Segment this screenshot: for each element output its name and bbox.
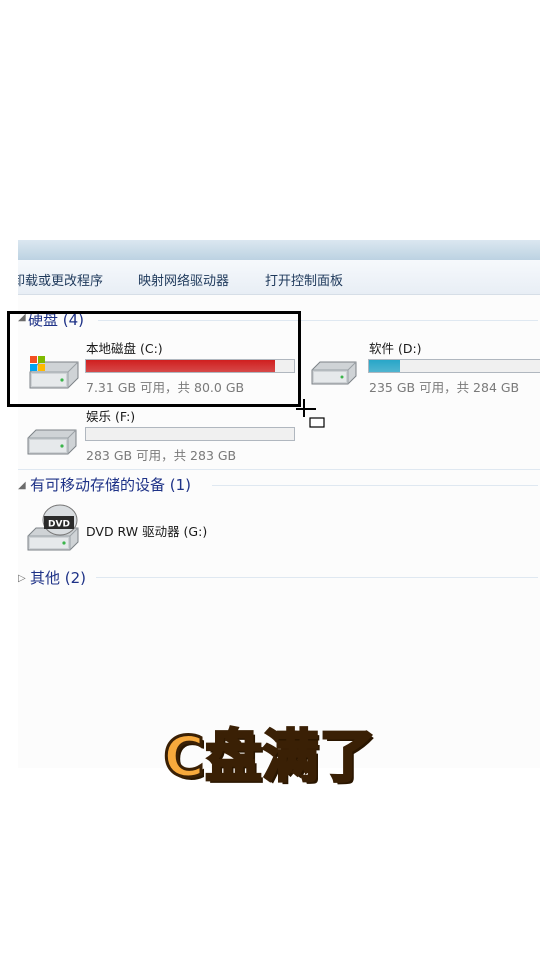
open-control-panel-button[interactable]: 打开控制面板 — [265, 270, 343, 289]
title-bar — [18, 240, 540, 260]
dvd-drive-name[interactable]: DVD RW 驱动器 (G:) — [86, 521, 207, 540]
map-network-drive-button[interactable]: 映射网络驱动器 — [138, 270, 229, 289]
drive-d-usage-bar — [368, 359, 540, 373]
group-header-other[interactable]: 其他 (2) — [30, 567, 86, 588]
dvd-badge-label: DVD — [48, 520, 70, 530]
drive-f-icon[interactable] — [24, 422, 80, 460]
expand-arrow-icon[interactable]: ▷ — [18, 573, 26, 584]
video-caption: C盘满了 — [162, 724, 377, 792]
drive-d-name[interactable]: 软件 (D:) — [369, 338, 422, 357]
drive-d-space: 235 GB 可用，共 284 GB — [369, 380, 520, 395]
highlight-box — [7, 311, 301, 407]
drive-d-icon[interactable] — [310, 356, 358, 390]
uninstall-program-button[interactable]: 卸载或更改程序 — [18, 270, 103, 289]
group-header-removable[interactable]: 有可移动存储的设备 (1) — [30, 474, 191, 495]
group-divider — [96, 577, 538, 578]
collapse-arrow-icon[interactable]: ◢ — [18, 480, 26, 491]
drive-f-space: 283 GB 可用，共 283 GB — [86, 448, 237, 463]
drive-d-usage-fill — [369, 360, 400, 372]
dvd-drive-icon[interactable]: DVD — [24, 502, 84, 556]
group-divider — [212, 485, 538, 486]
move-cursor-icon — [296, 399, 325, 428]
drive-f-usage-bar — [85, 427, 295, 441]
group-divider — [18, 469, 540, 470]
drive-f-name[interactable]: 娱乐 (F:) — [86, 406, 135, 425]
